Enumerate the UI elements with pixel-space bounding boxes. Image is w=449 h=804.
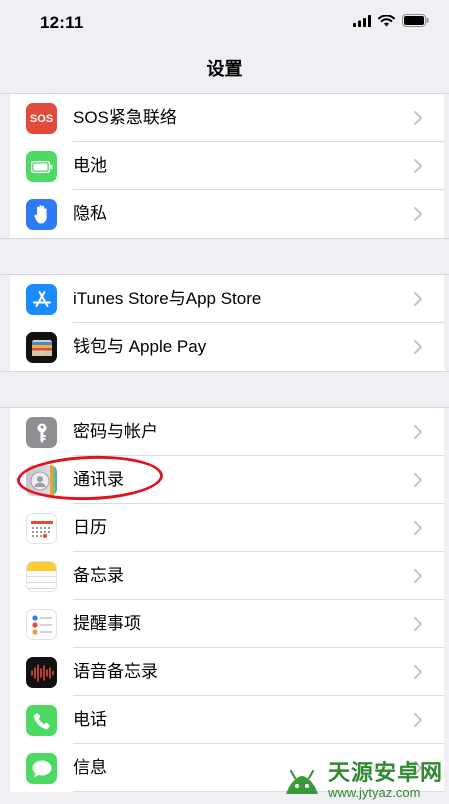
watermark-url: www.jytyaz.com: [327, 784, 421, 800]
battery-status-icon: [402, 14, 429, 27]
settings-row-label: 日历: [73, 518, 107, 537]
settings-row-notes[interactable]: 备忘录: [10, 552, 444, 600]
settings-row-contacts[interactable]: 通讯录: [10, 456, 444, 504]
chevron-right-icon: [414, 340, 422, 354]
settings-group-1: SOS SOS紧急联络 电池 隐私: [10, 94, 444, 238]
status-icons: [353, 14, 429, 27]
status-time: 12:11: [40, 13, 84, 32]
chevron-right-icon: [414, 207, 422, 221]
settings-row-calendar[interactable]: 日历: [10, 504, 444, 552]
status-bar: 12:11: [0, 0, 449, 48]
battery-icon: [26, 151, 57, 182]
navigation-bar: 设置: [0, 48, 449, 94]
settings-group-3: 密码与帐户 通讯录 日历 备忘录 提醒事项 语音备忘录 电话 信息: [10, 408, 444, 792]
settings-row-label: 通讯录: [73, 470, 124, 489]
settings-row-label: 电池: [73, 156, 107, 175]
chevron-right-icon: [414, 425, 422, 439]
settings-row-reminders[interactable]: 提醒事项: [10, 600, 444, 648]
settings-group-2: iTunes Store与App Store 钱包与 Apple Pay: [10, 275, 444, 371]
group-divider: [0, 371, 449, 372]
contacts-icon: [26, 465, 57, 496]
settings-row-label: iTunes Store与App Store: [73, 289, 262, 308]
reminders-icon: [26, 609, 57, 640]
settings-row-label: 电话: [73, 710, 107, 729]
notes-icon: [26, 561, 57, 592]
hand-icon: [26, 199, 57, 230]
settings-row-label: SOS紧急联络: [73, 108, 177, 127]
voice-memo-icon: [26, 657, 57, 688]
settings-row-label: 语音备忘录: [73, 662, 158, 681]
settings-row-sos[interactable]: SOS SOS紧急联络: [10, 94, 444, 142]
key-icon: [26, 417, 57, 448]
settings-row-label: 隐私: [73, 204, 107, 223]
chevron-right-icon: [414, 713, 422, 727]
chevron-right-icon: [414, 473, 422, 487]
group-divider: [0, 238, 449, 239]
settings-row-passwords-accounts[interactable]: 密码与帐户: [10, 408, 444, 456]
android-robot-icon: [285, 769, 318, 794]
chevron-right-icon: [414, 569, 422, 583]
settings-row-label: 信息: [73, 758, 107, 777]
chevron-right-icon: [414, 111, 422, 125]
chevron-right-icon: [414, 159, 422, 173]
wallet-icon: [26, 332, 57, 363]
settings-row-battery[interactable]: 电池: [10, 142, 444, 190]
calendar-icon: [26, 513, 57, 544]
chevron-right-icon: [414, 665, 422, 679]
chevron-right-icon: [414, 521, 422, 535]
settings-row-wallet[interactable]: 钱包与 Apple Pay: [10, 323, 444, 371]
settings-row-label: 备忘录: [73, 566, 124, 585]
app-store-icon: [26, 284, 57, 315]
messages-icon: [26, 753, 57, 784]
wifi-icon: [378, 14, 395, 26]
page-title: 设置: [206, 59, 243, 79]
phone-icon: [26, 705, 57, 736]
settings-row-label: 钱包与 Apple Pay: [73, 337, 207, 356]
chevron-right-icon: [414, 292, 422, 306]
watermark-title: 天源安卓网: [327, 759, 443, 785]
settings-row-label: 密码与帐户: [73, 422, 158, 441]
sos-icon: SOS: [26, 103, 57, 134]
settings-row-phone[interactable]: 电话: [10, 696, 444, 744]
settings-row-voice-memos[interactable]: 语音备忘录: [10, 648, 444, 696]
chevron-right-icon: [414, 617, 422, 631]
watermark: 天源安卓网 www.jytyaz.com: [280, 760, 443, 800]
settings-row-app-store[interactable]: iTunes Store与App Store: [10, 275, 444, 323]
settings-row-privacy[interactable]: 隐私: [10, 190, 444, 238]
cellular-signal-icon: [353, 14, 371, 27]
settings-row-label: 提醒事项: [73, 614, 141, 633]
